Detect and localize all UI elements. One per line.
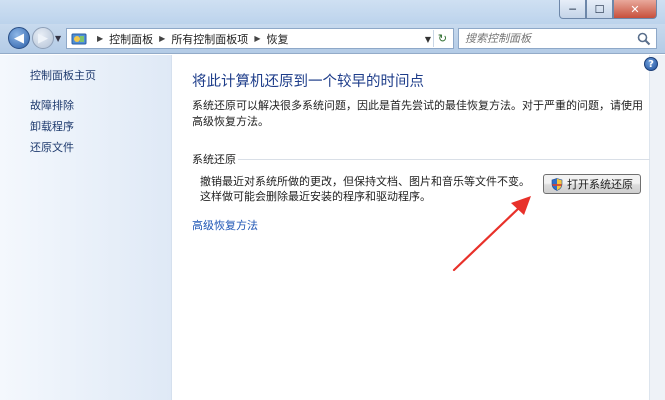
breadcrumb-separator[interactable]: ▶ — [97, 34, 103, 43]
forward-arrow-icon: ▶ — [38, 30, 48, 46]
address-bar[interactable]: ▶ 控制面板 ▶ 所有控制面板项 ▶ 恢复 ▼ ↻ — [66, 28, 454, 49]
help-icon[interactable]: ? — [644, 57, 658, 71]
page-title: 将此计算机还原到一个较早的时间点 — [192, 74, 424, 90]
section-divider — [238, 159, 650, 160]
address-dropdown[interactable]: ▼ — [425, 35, 431, 44]
open-system-restore-label: 打开系统还原 — [567, 178, 633, 191]
navigation-bar: ◀ ▶ ▼ ▶ 控制面板 ▶ 所有控制面板项 ▶ 恢复 ▼ ↻ — [0, 24, 665, 54]
sidebar-item-control-panel-home[interactable]: 控制面板主页 — [30, 67, 96, 83]
open-system-restore-button[interactable]: 打开系统还原 — [543, 174, 641, 194]
refresh-icon[interactable]: ↻ — [433, 30, 451, 47]
breadcrumb-separator[interactable]: ▶ — [254, 34, 260, 43]
search-input[interactable] — [459, 32, 629, 45]
section-heading-system-restore: 系统还原 — [192, 153, 236, 166]
control-panel-icon — [71, 33, 87, 44]
recent-pages-dropdown[interactable]: ▼ — [55, 34, 61, 43]
forward-button[interactable]: ▶ — [32, 27, 54, 49]
vertical-scrollbar[interactable] — [649, 55, 665, 400]
breadcrumb-all-items[interactable]: 所有控制面板项 — [171, 31, 248, 47]
left-task-pane — [0, 55, 172, 400]
advanced-recovery-link[interactable]: 高级恢复方法 — [192, 217, 258, 233]
uac-shield-icon — [551, 177, 563, 191]
sidebar-item-uninstall-program[interactable]: 卸载程序 — [30, 118, 74, 134]
back-arrow-icon: ◀ — [14, 30, 24, 46]
search-box[interactable] — [458, 28, 657, 49]
breadcrumb-recovery[interactable]: 恢复 — [266, 31, 288, 47]
breadcrumb-separator[interactable]: ▶ — [159, 34, 165, 43]
close-button[interactable]: ✕ — [613, 0, 657, 19]
window-controls: ─ ☐ ✕ — [559, 0, 657, 19]
back-button[interactable]: ◀ — [8, 27, 30, 49]
search-icon[interactable] — [637, 32, 651, 46]
minimize-button[interactable]: ─ — [559, 0, 586, 19]
maximize-button[interactable]: ☐ — [586, 0, 613, 19]
breadcrumb-control-panel[interactable]: 控制面板 — [109, 31, 153, 47]
system-restore-description: 撤销最近对系统所做的更改，但保持文档、图片和音乐等文件不变。这样做可能会删除最近… — [200, 175, 530, 203]
title-bar: ─ ☐ ✕ — [0, 0, 665, 24]
page-description: 系统还原可以解决很多系统问题，因此是首先尝试的最佳恢复方法。对于严重的问题，请使… — [192, 99, 643, 128]
sidebar-item-restore-files[interactable]: 还原文件 — [30, 139, 74, 155]
sidebar-item-troubleshooting[interactable]: 故障排除 — [30, 97, 74, 113]
